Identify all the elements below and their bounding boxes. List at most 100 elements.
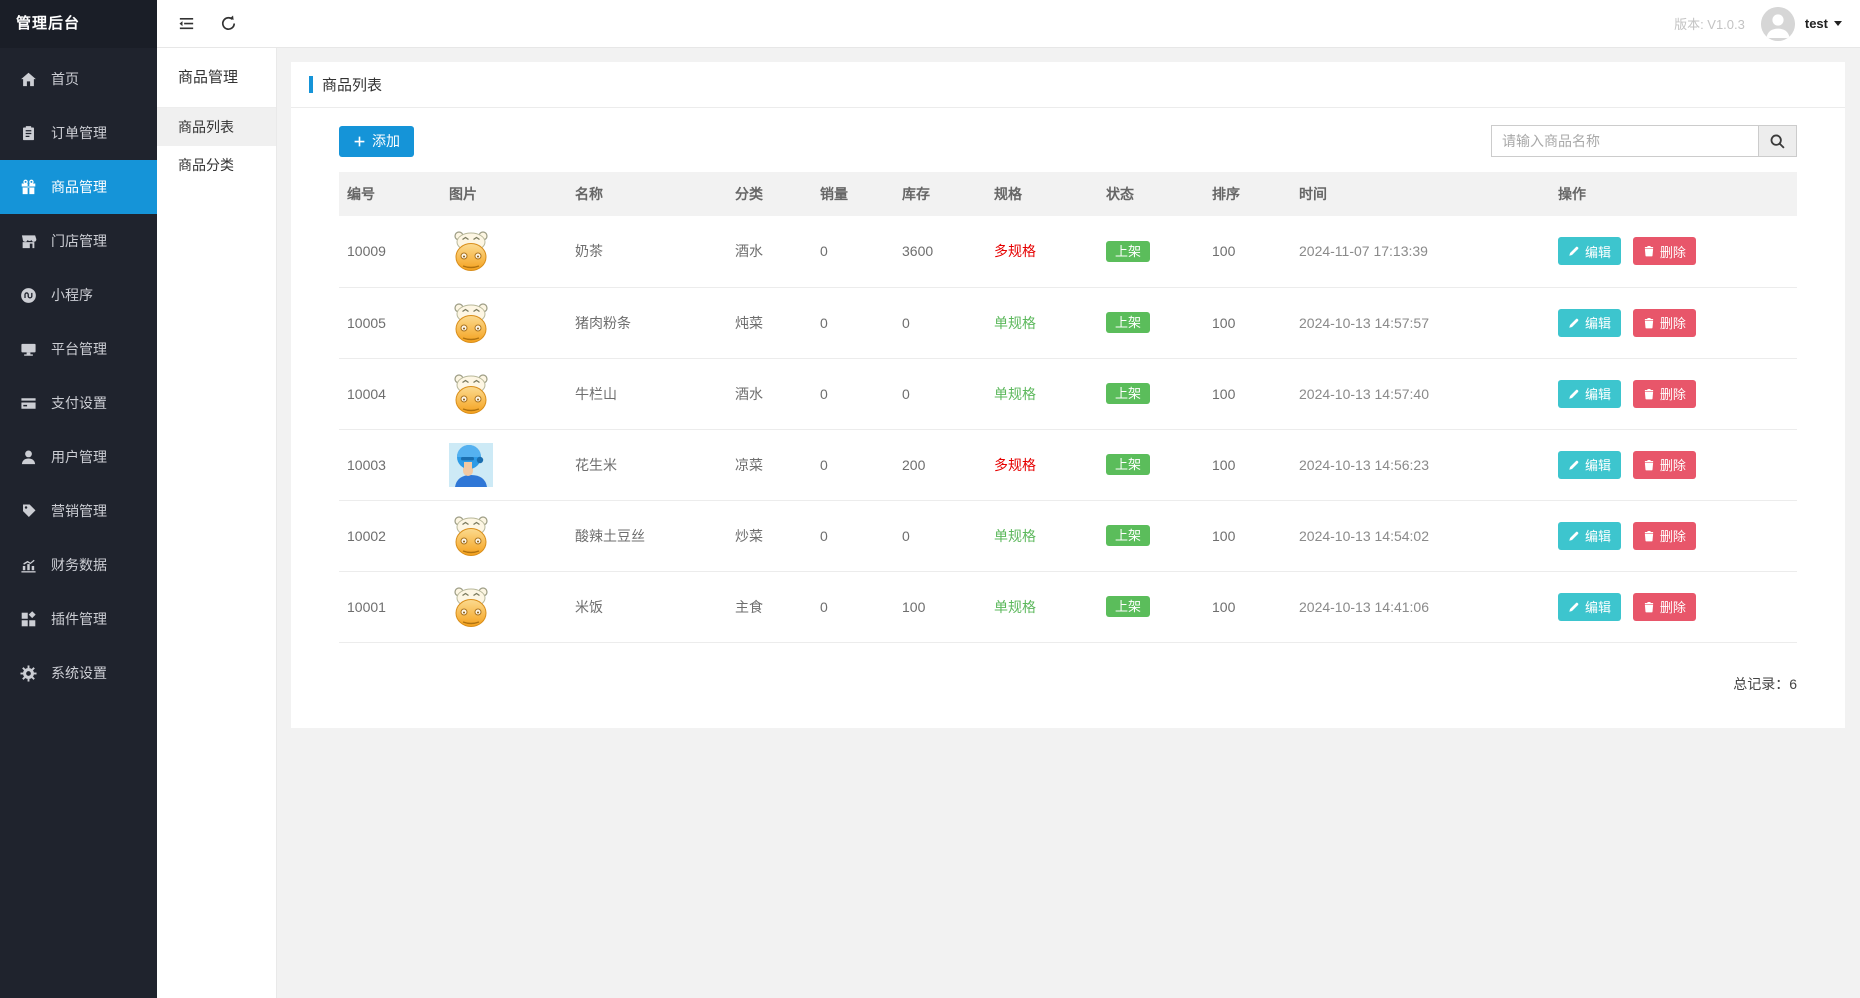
submenu-title: 商品管理	[157, 48, 276, 108]
collapse-menu-icon[interactable]	[169, 7, 203, 41]
delete-button[interactable]: 删除	[1632, 237, 1696, 266]
cell-status: 上架	[1098, 358, 1204, 430]
cell-name: 酸辣土豆丝	[567, 500, 727, 572]
refresh-icon[interactable]	[211, 7, 245, 41]
product-image-hippo	[449, 301, 493, 345]
product-table: 编号 图片 名称 分类 销量 库存 规格 状态 排序 时间 操作 10009 奶…	[339, 172, 1797, 643]
status-badge: 上架	[1106, 525, 1151, 546]
sidebar-item-stores[interactable]: 门店管理	[0, 214, 157, 268]
sidebar-item-settings[interactable]: 系统设置	[0, 646, 157, 700]
title-accent-bar	[309, 76, 313, 93]
submenu-panel: 商品管理 商品列表 商品分类	[157, 48, 277, 998]
edit-button[interactable]: 编辑	[1558, 237, 1622, 266]
trash-icon	[1644, 601, 1654, 612]
product-image-hippo	[449, 372, 493, 416]
table-row: 10004 牛栏山 酒水 0 0 单规格 上架 100 2024-10-13 1…	[339, 358, 1797, 430]
cell-stock: 0	[894, 358, 986, 430]
cell-stock: 100	[894, 571, 986, 643]
trash-icon	[1644, 388, 1654, 399]
card-header: 商品列表	[291, 62, 1845, 108]
cell-actions: 编辑 删除	[1550, 500, 1797, 572]
cell-status: 上架	[1098, 571, 1204, 643]
edit-button[interactable]: 编辑	[1558, 450, 1622, 479]
username: test	[1804, 16, 1828, 31]
delete-button[interactable]: 删除	[1632, 521, 1696, 550]
cell-id: 10001	[339, 571, 441, 643]
trash-icon	[1644, 530, 1654, 541]
submenu-item-product-list[interactable]: 商品列表	[157, 108, 276, 146]
table-row: 10009 奶茶 酒水 0 3600 多规格 上架 100 2024-11-07…	[339, 216, 1797, 288]
edit-button[interactable]: 编辑	[1558, 379, 1622, 408]
cell-name: 牛栏山	[567, 358, 727, 430]
topbar: 版本: V1.0.3 test	[157, 0, 1860, 48]
sidebar-item-miniprogram[interactable]: 小程序	[0, 268, 157, 322]
sidebar-item-marketing[interactable]: 营销管理	[0, 484, 157, 538]
pencil-icon	[1569, 318, 1579, 328]
cell-stock: 200	[894, 429, 986, 501]
cell-stock: 3600	[894, 216, 986, 288]
cell-sort: 100	[1204, 500, 1291, 572]
cell-id: 10009	[339, 216, 441, 288]
order-icon	[18, 123, 38, 143]
search-input[interactable]	[1491, 125, 1759, 157]
col-actions: 操作	[1550, 172, 1797, 216]
cell-sales: 0	[812, 358, 894, 430]
delete-button[interactable]: 删除	[1632, 308, 1696, 337]
plugin-icon	[18, 609, 38, 629]
cell-actions: 编辑 删除	[1550, 216, 1797, 288]
pencil-icon	[1569, 602, 1579, 612]
search-button[interactable]	[1759, 125, 1797, 157]
cell-sort: 100	[1204, 571, 1291, 643]
sidebar-item-payment[interactable]: 支付设置	[0, 376, 157, 430]
edit-button[interactable]: 编辑	[1558, 592, 1622, 621]
delete-button[interactable]: 删除	[1632, 450, 1696, 479]
sidebar-item-plugins[interactable]: 插件管理	[0, 592, 157, 646]
cell-id: 10003	[339, 429, 441, 501]
marketing-icon	[18, 501, 38, 521]
delete-button[interactable]: 删除	[1632, 379, 1696, 408]
status-badge: 上架	[1106, 312, 1151, 333]
cell-status: 上架	[1098, 500, 1204, 572]
settings-icon	[18, 663, 38, 683]
sidebar-item-orders[interactable]: 订单管理	[0, 106, 157, 160]
submenu-item-product-category[interactable]: 商品分类	[157, 146, 276, 184]
cell-image	[441, 287, 567, 359]
cell-sort: 100	[1204, 287, 1291, 359]
add-button[interactable]: 添加	[339, 125, 414, 157]
edit-button[interactable]: 编辑	[1558, 308, 1622, 337]
cell-stock: 0	[894, 500, 986, 572]
cell-category: 酒水	[727, 358, 812, 430]
home-icon	[18, 69, 38, 89]
sidebar-item-products[interactable]: 商品管理	[0, 160, 157, 214]
spec-label: 单规格	[994, 527, 1036, 544]
cell-image	[441, 358, 567, 430]
sidebar-item-platform[interactable]: 平台管理	[0, 322, 157, 376]
product-image-hippo	[449, 585, 493, 629]
cell-image	[441, 571, 567, 643]
col-id: 编号	[339, 172, 441, 216]
cell-category: 炒菜	[727, 500, 812, 572]
avatar[interactable]	[1760, 6, 1795, 41]
cell-sales: 0	[812, 216, 894, 288]
edit-button[interactable]: 编辑	[1558, 521, 1622, 550]
col-time: 时间	[1291, 172, 1550, 216]
caret-down-icon	[1834, 21, 1842, 26]
user-menu[interactable]: test	[1805, 16, 1842, 31]
sidebar-item-users[interactable]: 用户管理	[0, 430, 157, 484]
cell-image	[441, 429, 567, 501]
status-badge: 上架	[1106, 383, 1151, 404]
search-box	[1491, 125, 1797, 157]
cell-spec: 单规格	[986, 287, 1098, 359]
cell-actions: 编辑 删除	[1550, 287, 1797, 359]
product-icon	[18, 177, 38, 197]
cell-sort: 100	[1204, 429, 1291, 501]
cell-name: 奶茶	[567, 216, 727, 288]
col-sort: 排序	[1204, 172, 1291, 216]
cell-id: 10002	[339, 500, 441, 572]
sidebar-item-finance[interactable]: 财务数据	[0, 538, 157, 592]
status-badge: 上架	[1106, 240, 1151, 262]
cell-spec: 单规格	[986, 500, 1098, 572]
sidebar-item-home[interactable]: 首页	[0, 52, 157, 106]
delete-button[interactable]: 删除	[1632, 592, 1696, 621]
cell-name: 花生米	[567, 429, 727, 501]
